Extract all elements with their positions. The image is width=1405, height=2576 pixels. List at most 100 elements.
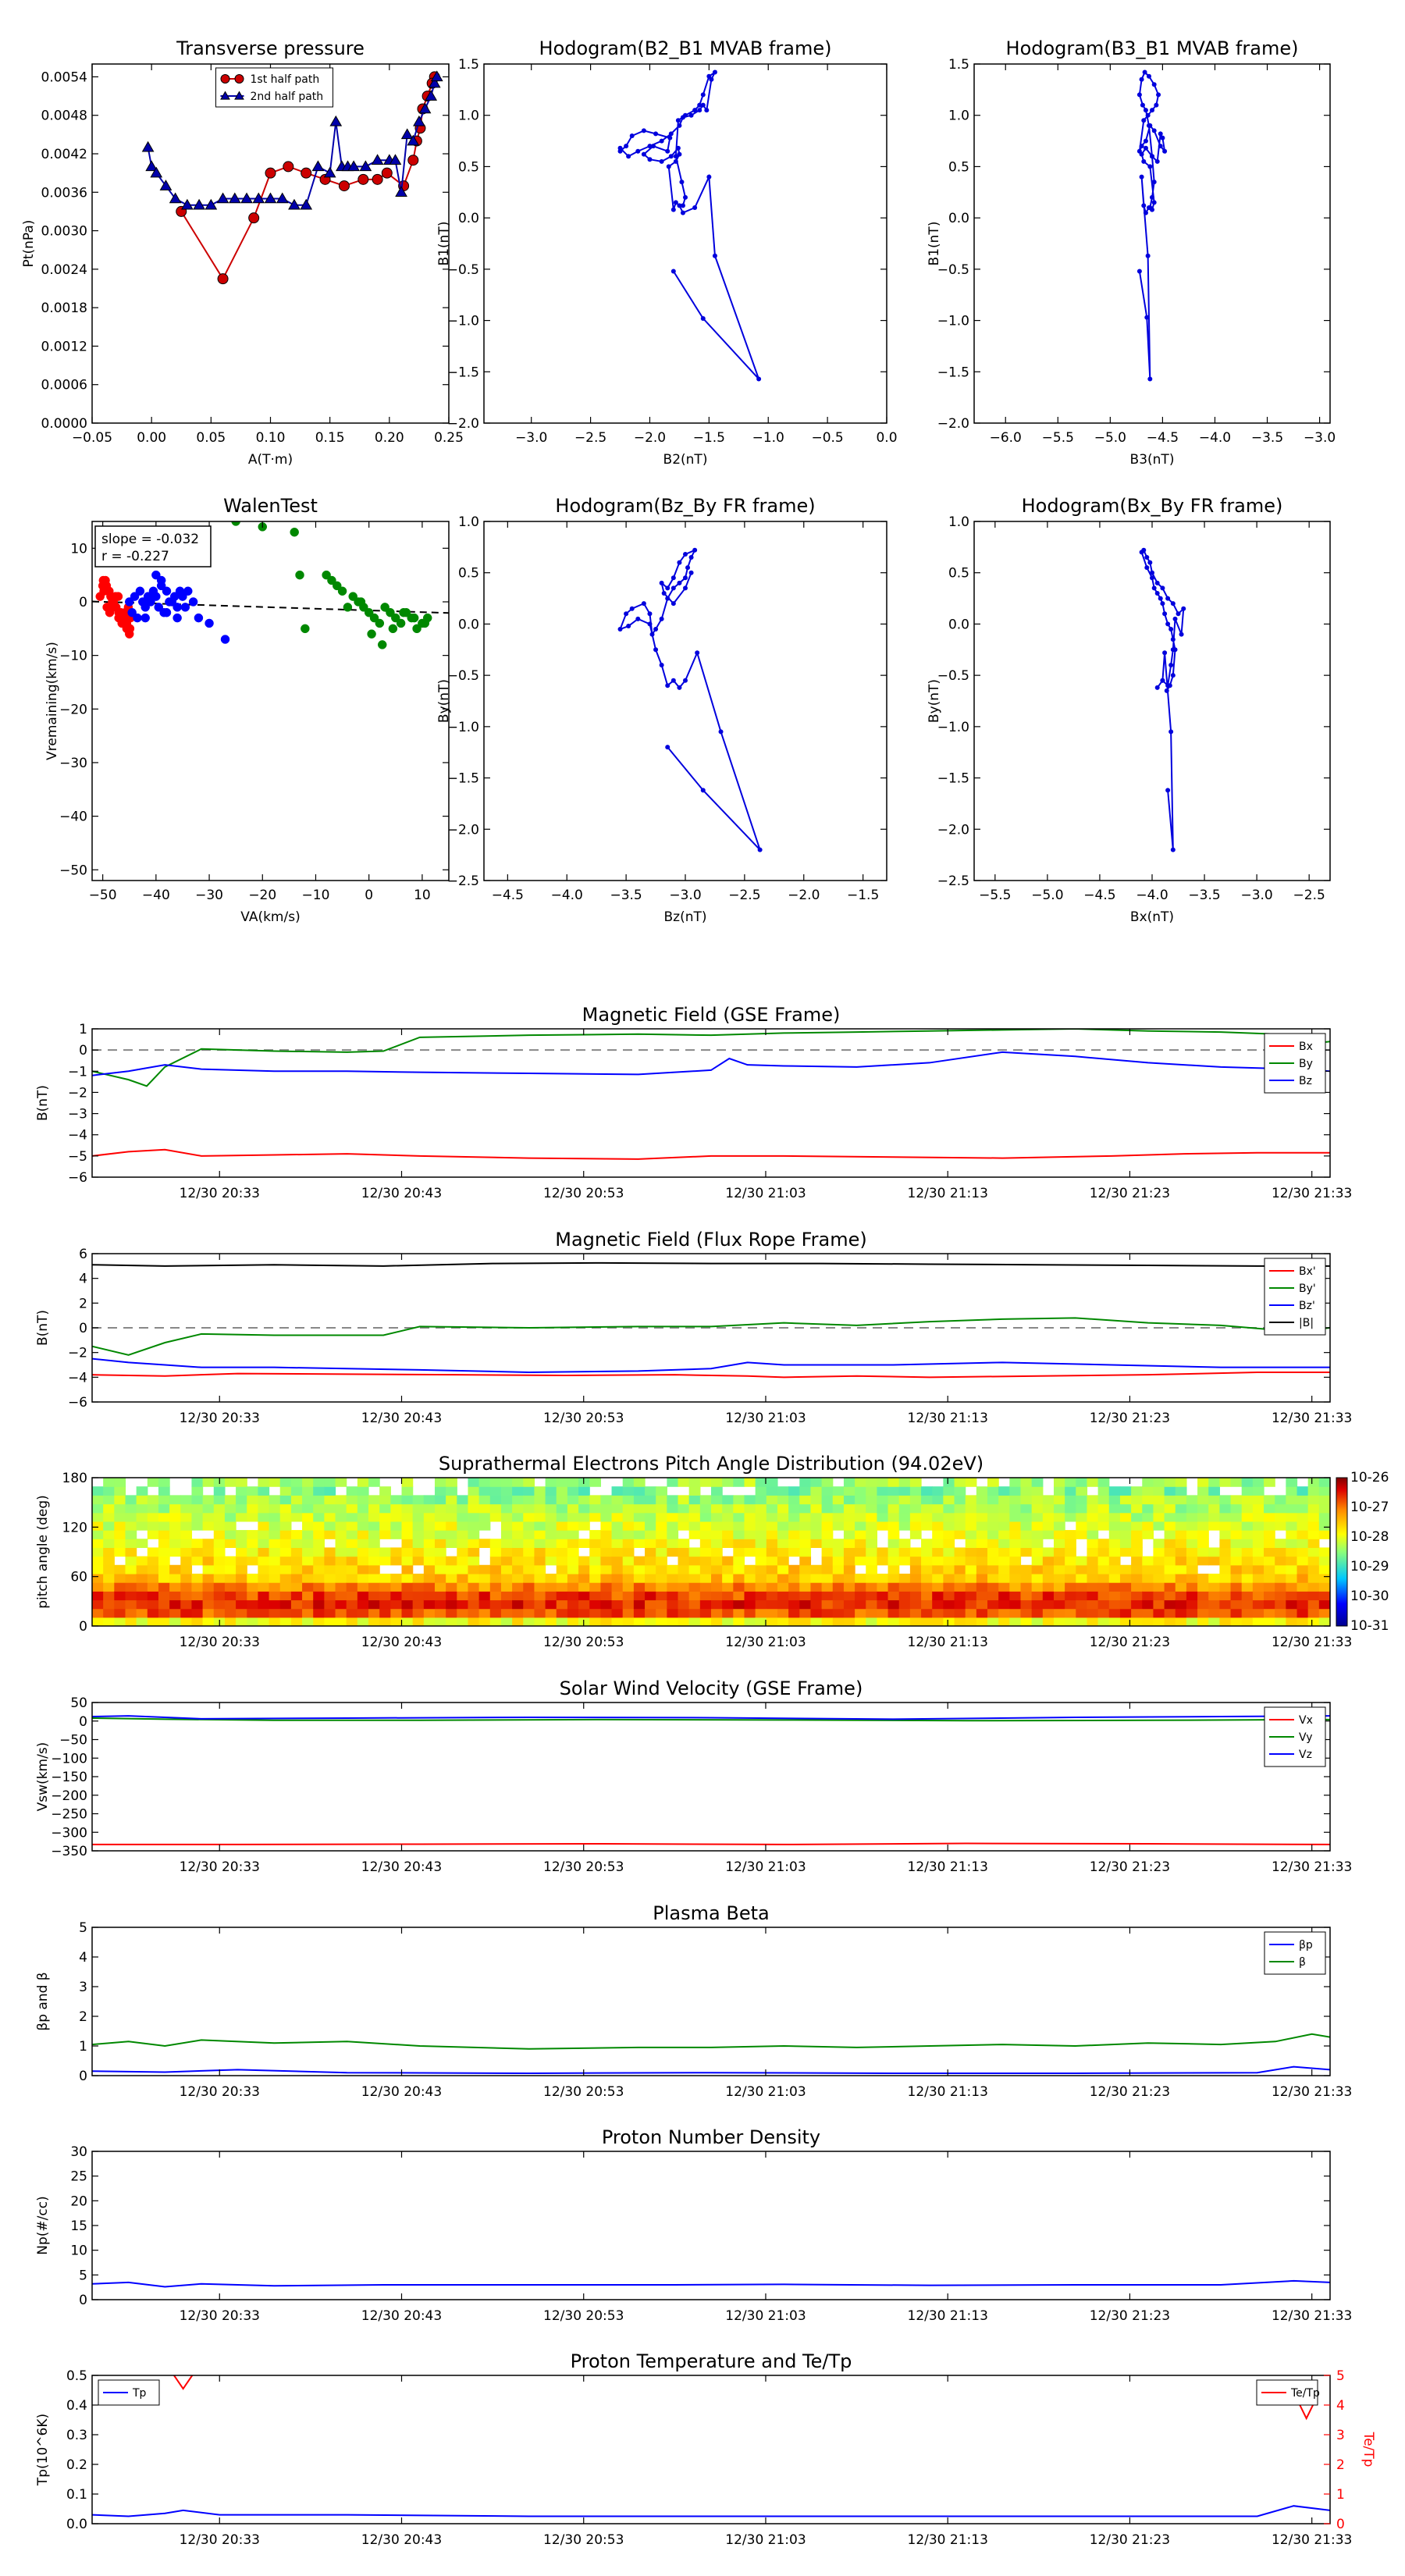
series-line [92,1261,1330,1267]
heatmap-cell [114,1591,126,1601]
heatmap-cell [766,1582,778,1592]
x-tick-label: −5.0 [1094,430,1126,446]
heatmap-cell [866,1608,878,1618]
heatmap-cell [1108,1539,1121,1549]
heatmap-cell [500,1547,513,1557]
heatmap-cell [987,1582,999,1592]
heatmap-cell [446,1478,457,1487]
heatmap-cell [589,1547,601,1557]
heatmap-cell [412,1556,425,1566]
heatmap-cell [755,1608,767,1618]
data-point [1172,647,1178,653]
heatmap-cell [733,1582,745,1592]
heatmap-cell [92,1539,104,1549]
heatmap-cell [921,1512,933,1522]
data-point [367,629,376,639]
x-tick-label: −20 [248,888,276,903]
y-tick-label: −6 [68,1395,87,1411]
heatmap-cell [1076,1564,1088,1574]
data-point [1165,788,1171,793]
x-tick-label: −10 [302,888,330,903]
heatmap-cell [534,1617,546,1626]
heatmap-cell [611,1539,624,1549]
heatmap-cell [534,1556,546,1566]
heatmap-cell [678,1539,690,1549]
heatmap-cell [446,1512,457,1522]
heatmap-cell [556,1503,568,1514]
heatmap-cell [1142,1591,1154,1601]
heatmap-cell [1119,1512,1132,1522]
heatmap-cell [1108,1608,1121,1618]
heatmap-cell [777,1521,789,1531]
heatmap-cell [534,1495,546,1505]
heatmap-cell [678,1478,690,1487]
heatmap-cell [722,1495,734,1505]
x-tick-label: −40 [142,888,170,903]
heatmap-cell [733,1599,745,1610]
heatmap-cell [1065,1486,1076,1496]
heatmap-cell [1009,1478,1022,1487]
heatmap-cell [976,1573,988,1583]
heatmap-cell [656,1547,667,1557]
heatmap-cell [943,1591,955,1601]
heatmap-cell [191,1608,204,1618]
heatmap-cell [667,1530,679,1539]
heatmap-cell [556,1486,568,1496]
data-point [1143,210,1148,215]
heatmap-cell [556,1478,568,1487]
heatmap-cell [1264,1591,1275,1601]
heatmap-cell [247,1547,259,1557]
data-point [1151,200,1157,205]
heatmap-cell [1241,1503,1254,1514]
heatmap-cell [169,1530,181,1539]
heatmap-cell [788,1617,800,1626]
heatmap-cell [390,1503,403,1514]
heatmap-cell [600,1503,613,1514]
heatmap-cell [269,1573,281,1583]
heatmap-cell [434,1591,446,1601]
y-tick-label: −200 [51,1788,87,1804]
y-tick-label: 0 [79,1321,87,1336]
heatmap-cell [401,1547,414,1557]
heatmap-cell [1318,1573,1330,1583]
heatmap-cell [909,1530,922,1539]
heatmap-cell [213,1591,226,1601]
heatmap-cell [1142,1556,1154,1566]
heatmap-cell [954,1591,966,1601]
heatmap-cell [324,1478,336,1487]
chart-ts3: 10-3110-3010-2910-2810-2710-2612/30 20:3… [35,1453,1389,1650]
heatmap-cell [1053,1556,1065,1566]
heatmap-cell [998,1512,1010,1522]
heatmap-cell [1065,1564,1076,1574]
heatmap-cell [699,1608,712,1618]
heatmap-cell [943,1530,955,1539]
heatmap-cell [1318,1478,1330,1487]
heatmap-cell [932,1599,944,1610]
heatmap-cell [500,1512,513,1522]
y-tick-label: 0 [79,2293,87,2308]
heatmap-cell [1042,1617,1055,1626]
heatmap-cell [656,1582,667,1592]
y-tick-label: 0.0048 [41,109,87,124]
heatmap-cell [855,1503,866,1514]
heatmap-cell [611,1512,624,1522]
heatmap-cell [290,1486,303,1496]
heatmap-cell [1131,1512,1143,1522]
heatmap-cell [457,1582,469,1592]
heatmap-cell [346,1521,358,1531]
heatmap-cell [699,1539,712,1549]
heatmap-cell [1097,1582,1110,1592]
heatmap-cell [136,1539,148,1549]
x-tick-label: −4.0 [1136,888,1168,903]
heatmap-cell [843,1582,855,1592]
y-tick-label: 4 [79,1950,87,1966]
heatmap-cell [1252,1539,1264,1549]
heatmap-cell [667,1478,679,1487]
heatmap-cell [1219,1530,1232,1539]
data-point [234,74,244,84]
heatmap-cell [932,1564,944,1574]
data-point [135,586,145,596]
heatmap-cell [180,1617,193,1626]
series-line [92,2033,1330,2050]
heatmap-cell [1009,1582,1022,1592]
